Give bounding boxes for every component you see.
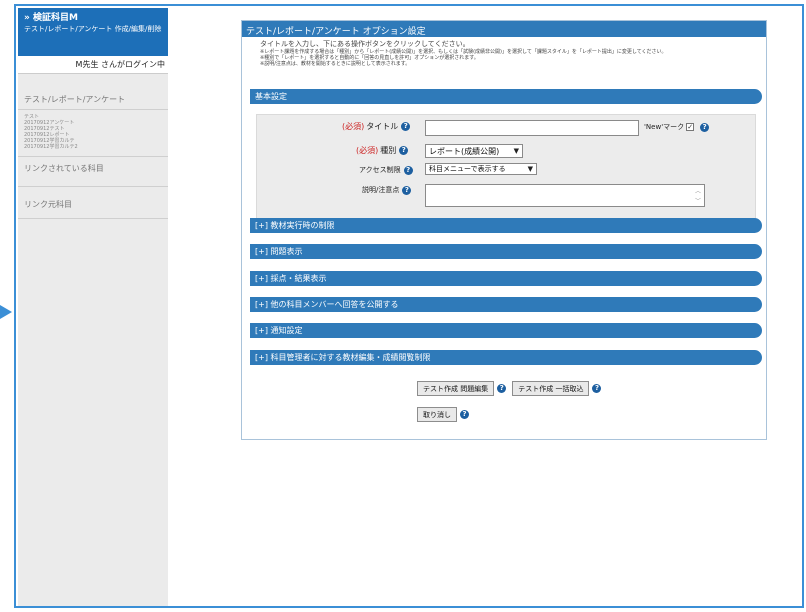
edit-questions-button[interactable]: テスト作成 問題編集 <box>417 381 495 396</box>
basic-settings-form: (必須) タイトル ? 'New'マーク ✓ ? (必須) 種別 ? レポート(… <box>256 114 756 226</box>
sidebar-section-tests[interactable]: テスト/レポート/アンケート <box>18 74 168 110</box>
course-title[interactable]: » 検証科目M <box>24 12 163 24</box>
type-label: 種別 <box>380 146 397 155</box>
expand-arrow-icon[interactable] <box>0 305 12 319</box>
options-panel: テスト/レポート/アンケート オプション設定 タイトルを入力し、下にある操作ボタ… <box>241 20 767 440</box>
description-note: ※説明/注意点は、教材を開始するときに説明として表示されます。 <box>260 61 411 67</box>
action-row: テスト作成 問題編集 ? テスト作成 一括取込 ? <box>417 381 602 396</box>
section-grading-results[interactable]: [+] 採点・結果表示 <box>250 271 762 286</box>
sidebar: » 検証科目M テスト/レポート/アンケート 作成/編集/削除 M先生 さんがロ… <box>18 8 168 606</box>
course-subtitle: テスト/レポート/アンケート 作成/編集/削除 <box>24 25 162 33</box>
title-label: タイトル <box>366 122 399 131</box>
notes-row: 説明/注意点 ? <box>362 185 412 195</box>
new-mark-label: 'New'マーク <box>644 123 685 131</box>
bulk-import-button[interactable]: テスト作成 一括取込 <box>512 381 590 396</box>
required-marker: (必須) <box>356 146 379 155</box>
help-icon[interactable]: ? <box>401 122 411 131</box>
cancel-row: 取り消し ? <box>417 407 469 422</box>
help-icon[interactable]: ? <box>402 185 412 195</box>
scroll-up-icon[interactable]: ︿ <box>695 186 701 195</box>
help-icon[interactable]: ? <box>700 122 710 132</box>
type-select-value: レポート(成績公開) <box>429 146 500 156</box>
section-exec-limits[interactable]: [+] 教材実行時の制限 <box>250 218 762 233</box>
new-mark-row: 'New'マーク ✓ ? <box>644 122 710 132</box>
section-notifications[interactable]: [+] 通知設定 <box>250 323 762 338</box>
section-publish-answers[interactable]: [+] 他の科目メンバーへ回答を公開する <box>250 297 762 312</box>
panel-description: タイトルを入力し、下にある操作ボタンをクリックしてください。 ※レポート課題を作… <box>242 37 766 69</box>
chevron-down-icon: ▼ <box>527 165 533 173</box>
access-label: アクセス制限 <box>359 166 401 174</box>
login-status: M先生 さんがログイン中 <box>18 56 168 74</box>
title-input[interactable] <box>425 120 639 136</box>
help-icon[interactable]: ? <box>403 165 413 175</box>
access-row: アクセス制限 ? <box>359 165 413 175</box>
required-marker: (必須) <box>342 122 365 131</box>
panel-title: テスト/レポート/アンケート オプション設定 <box>242 21 766 37</box>
sidebar-section-link-source[interactable]: リンク元科目 <box>18 187 168 219</box>
section-question-display[interactable]: [+] 問題表示 <box>250 244 762 259</box>
sidebar-section-linked[interactable]: リンクされている科目 <box>18 157 168 187</box>
section-admin-restrictions[interactable]: [+] 科目管理者に対する教材編集・成績閲覧制限 <box>250 350 762 365</box>
sidebar-test-item[interactable]: 20170912学習カルテ2 <box>24 144 168 150</box>
browser-frame: » 検証科目M テスト/レポート/アンケート 作成/編集/削除 M先生 さんがロ… <box>14 4 804 608</box>
course-header: » 検証科目M テスト/レポート/アンケート 作成/編集/削除 <box>18 8 168 56</box>
help-icon[interactable]: ? <box>592 384 602 393</box>
description-text: タイトルを入力し、下にある操作ボタンをクリックしてください。 <box>260 40 470 48</box>
section-basic-settings[interactable]: 基本設定 <box>250 89 762 104</box>
new-mark-checkbox[interactable]: ✓ <box>686 123 695 131</box>
access-select-value: 科目メニューで表示する <box>429 165 506 173</box>
help-icon[interactable]: ? <box>460 410 469 419</box>
type-select[interactable]: レポート(成績公開) ▼ <box>425 144 523 158</box>
notes-label: 説明/注意点 <box>362 186 400 194</box>
type-row: (必須) 種別 ? <box>356 145 409 156</box>
notes-textarea[interactable]: ︿ ﹀ <box>425 184 705 207</box>
access-select[interactable]: 科目メニューで表示する ▼ <box>425 163 537 175</box>
scroll-down-icon[interactable]: ﹀ <box>695 196 701 205</box>
help-icon[interactable]: ? <box>497 384 507 393</box>
title-row: (必須) タイトル ? <box>342 121 411 132</box>
sidebar-test-list: テスト 20170912アンケート 20170912テスト 20170912レポ… <box>18 110 168 157</box>
chevron-down-icon: ▼ <box>513 147 519 155</box>
help-icon[interactable]: ? <box>399 146 409 155</box>
cancel-button[interactable]: 取り消し <box>417 407 457 422</box>
